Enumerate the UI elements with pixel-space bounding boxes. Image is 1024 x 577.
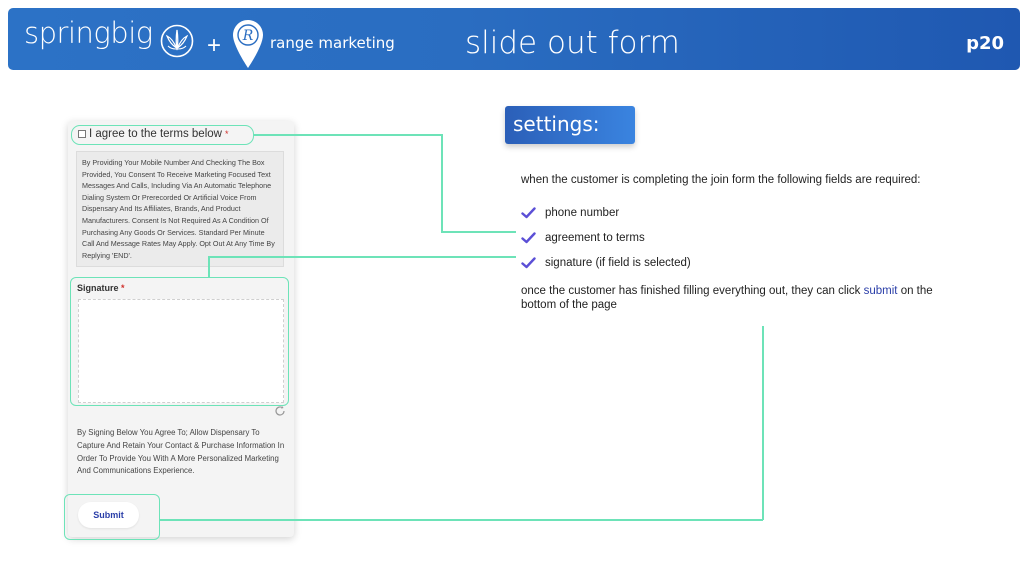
brand-logo-text: springbig: [24, 16, 153, 50]
slide-title: slide out form: [465, 25, 680, 61]
settings-intro: when the customer is completing the join…: [521, 174, 921, 186]
consent-text: By Signing Below You Agree To; Allow Dis…: [77, 428, 285, 476]
signature-connector: [208, 256, 210, 277]
terms-connector: [441, 231, 516, 233]
settings-badge: settings:: [505, 106, 635, 144]
required-field-label: signature (if field is selected): [545, 256, 691, 269]
slide-page: springbig + R range marketing slide out …: [0, 0, 1024, 577]
submit-connector: [160, 519, 763, 521]
check-icon: [521, 256, 536, 268]
pin-letter: R: [242, 28, 254, 44]
list-item: agreement to terms: [521, 225, 691, 250]
header-banner: springbig + R range marketing slide out …: [8, 8, 1020, 70]
terms-highlight: [71, 125, 254, 145]
terms-connector: [254, 134, 442, 136]
terms-connector: [441, 134, 443, 232]
submit-connector: [762, 326, 764, 520]
signature-highlight: [70, 277, 289, 406]
cannabis-leaf-icon: [160, 24, 194, 58]
settings-outro: once the customer has finished filling e…: [521, 284, 941, 312]
location-pin-icon: R: [233, 20, 263, 68]
list-item: signature (if field is selected): [521, 250, 691, 275]
required-fields-list: phone number agreement to terms signatur…: [521, 200, 691, 275]
submit-highlight-word: submit: [863, 285, 898, 297]
plus-sign: +: [207, 32, 222, 59]
submit-highlight: [64, 494, 160, 540]
page-number: p20: [966, 33, 1004, 54]
required-field-label: phone number: [545, 206, 620, 219]
required-field-label: agreement to terms: [545, 231, 645, 244]
signature-connector: [208, 256, 516, 258]
terms-text-box: By Providing Your Mobile Number And Chec…: [76, 151, 284, 267]
refresh-icon[interactable]: [274, 405, 286, 417]
partner-name: range marketing: [270, 34, 395, 52]
outro-text: once the customer has finished filling e…: [521, 285, 864, 297]
check-icon: [521, 231, 536, 243]
list-item: phone number: [521, 200, 691, 225]
check-icon: [521, 206, 536, 218]
